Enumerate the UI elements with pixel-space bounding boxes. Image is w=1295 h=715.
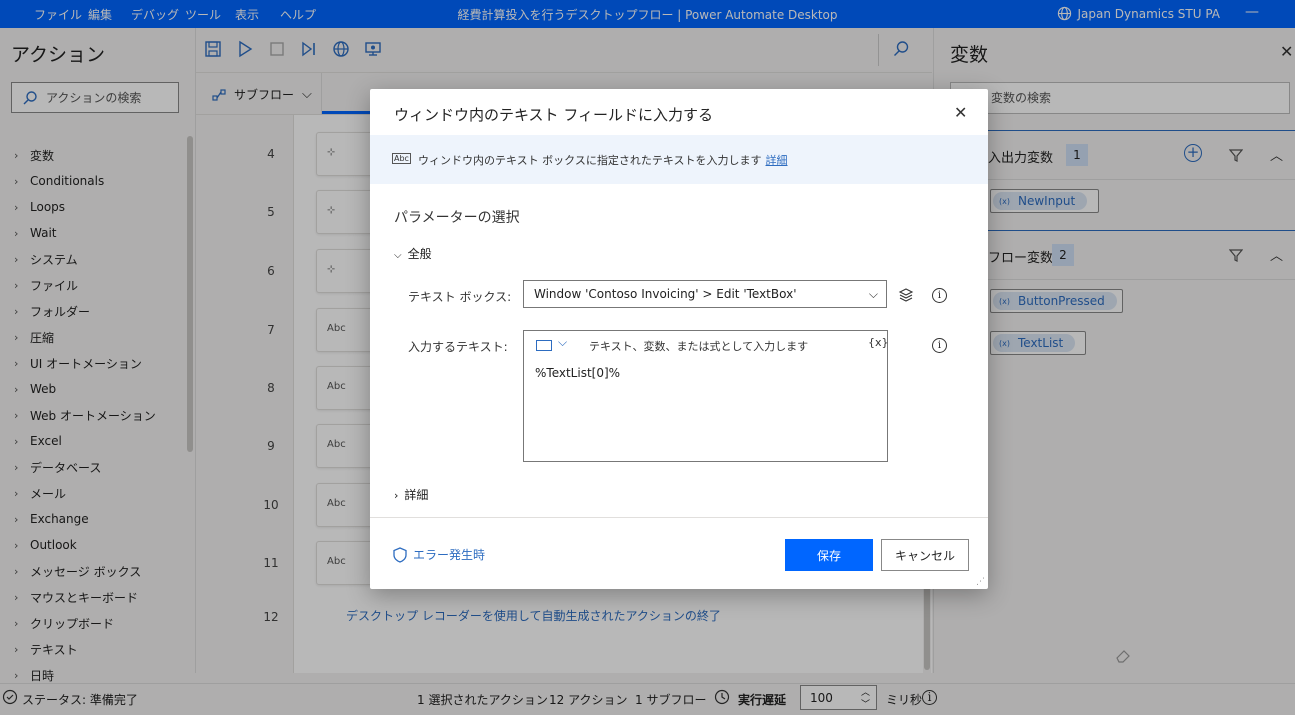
cancel-button[interactable]: キャンセル xyxy=(881,539,969,571)
textbox-value: Window 'Contoso Invoicing' > Edit 'TextB… xyxy=(534,287,797,301)
general-label: 全般 xyxy=(407,247,432,261)
description-strip: Abc ウィンドウ内のテキスト ボックスに指定されたテキストを入力します 詳細 xyxy=(370,135,988,184)
input-text-value: %TextList[0]% xyxy=(535,366,621,380)
input-text-editor[interactable]: ⌵ テキスト、変数、または式として入力します {x} %TextList[0]% xyxy=(523,330,889,462)
chevron-down-icon[interactable]: ⌵ xyxy=(558,335,567,350)
chevron-down-icon: ⌵ xyxy=(394,250,402,261)
details-link[interactable]: 詳細 xyxy=(766,154,788,167)
textbox-label: テキスト ボックス: xyxy=(408,290,512,304)
textbox-select[interactable]: Window 'Contoso Invoicing' > Edit 'TextB… xyxy=(523,280,887,308)
shield-icon xyxy=(393,546,407,563)
on-error-link[interactable]: エラー発生時 xyxy=(393,546,485,563)
parameters-title: パラメーターの選択 xyxy=(394,210,520,226)
info-icon[interactable]: i xyxy=(932,288,947,303)
text-action-icon: Abc xyxy=(392,153,411,164)
chevron-down-icon: ⌵ xyxy=(868,287,878,301)
variable-picker-button[interactable]: {x} xyxy=(868,336,889,349)
chevron-right-icon: › xyxy=(394,489,399,502)
general-section-toggle[interactable]: ⌵ 全般 xyxy=(394,245,432,262)
save-button[interactable]: 保存 xyxy=(785,539,873,571)
resize-grip-icon[interactable]: ⋰ xyxy=(976,577,985,587)
dialog-title: ウィンドウ内のテキスト フィールドに入力する xyxy=(394,106,714,124)
advanced-section-toggle[interactable]: › 詳細 xyxy=(394,486,428,503)
input-hint: テキスト、変数、または式として入力します xyxy=(589,340,809,353)
dialog-footer: エラー発生時 保存 キャンセル xyxy=(370,517,988,589)
close-icon[interactable]: ✕ xyxy=(954,103,967,122)
fill-textfield-dialog: ウィンドウ内のテキスト フィールドに入力する ✕ Abc ウィンドウ内のテキスト… xyxy=(370,89,988,589)
on-error-label: エラー発生時 xyxy=(413,548,486,562)
info-icon[interactable]: i xyxy=(932,338,947,353)
dialog-description: ウィンドウ内のテキスト ボックスに指定されたテキストを入力します xyxy=(418,154,762,167)
text-mode-icon[interactable] xyxy=(536,340,552,351)
layers-icon[interactable] xyxy=(898,287,914,303)
advanced-label: 詳細 xyxy=(404,488,429,502)
input-text-label: 入力するテキスト: xyxy=(408,340,508,354)
